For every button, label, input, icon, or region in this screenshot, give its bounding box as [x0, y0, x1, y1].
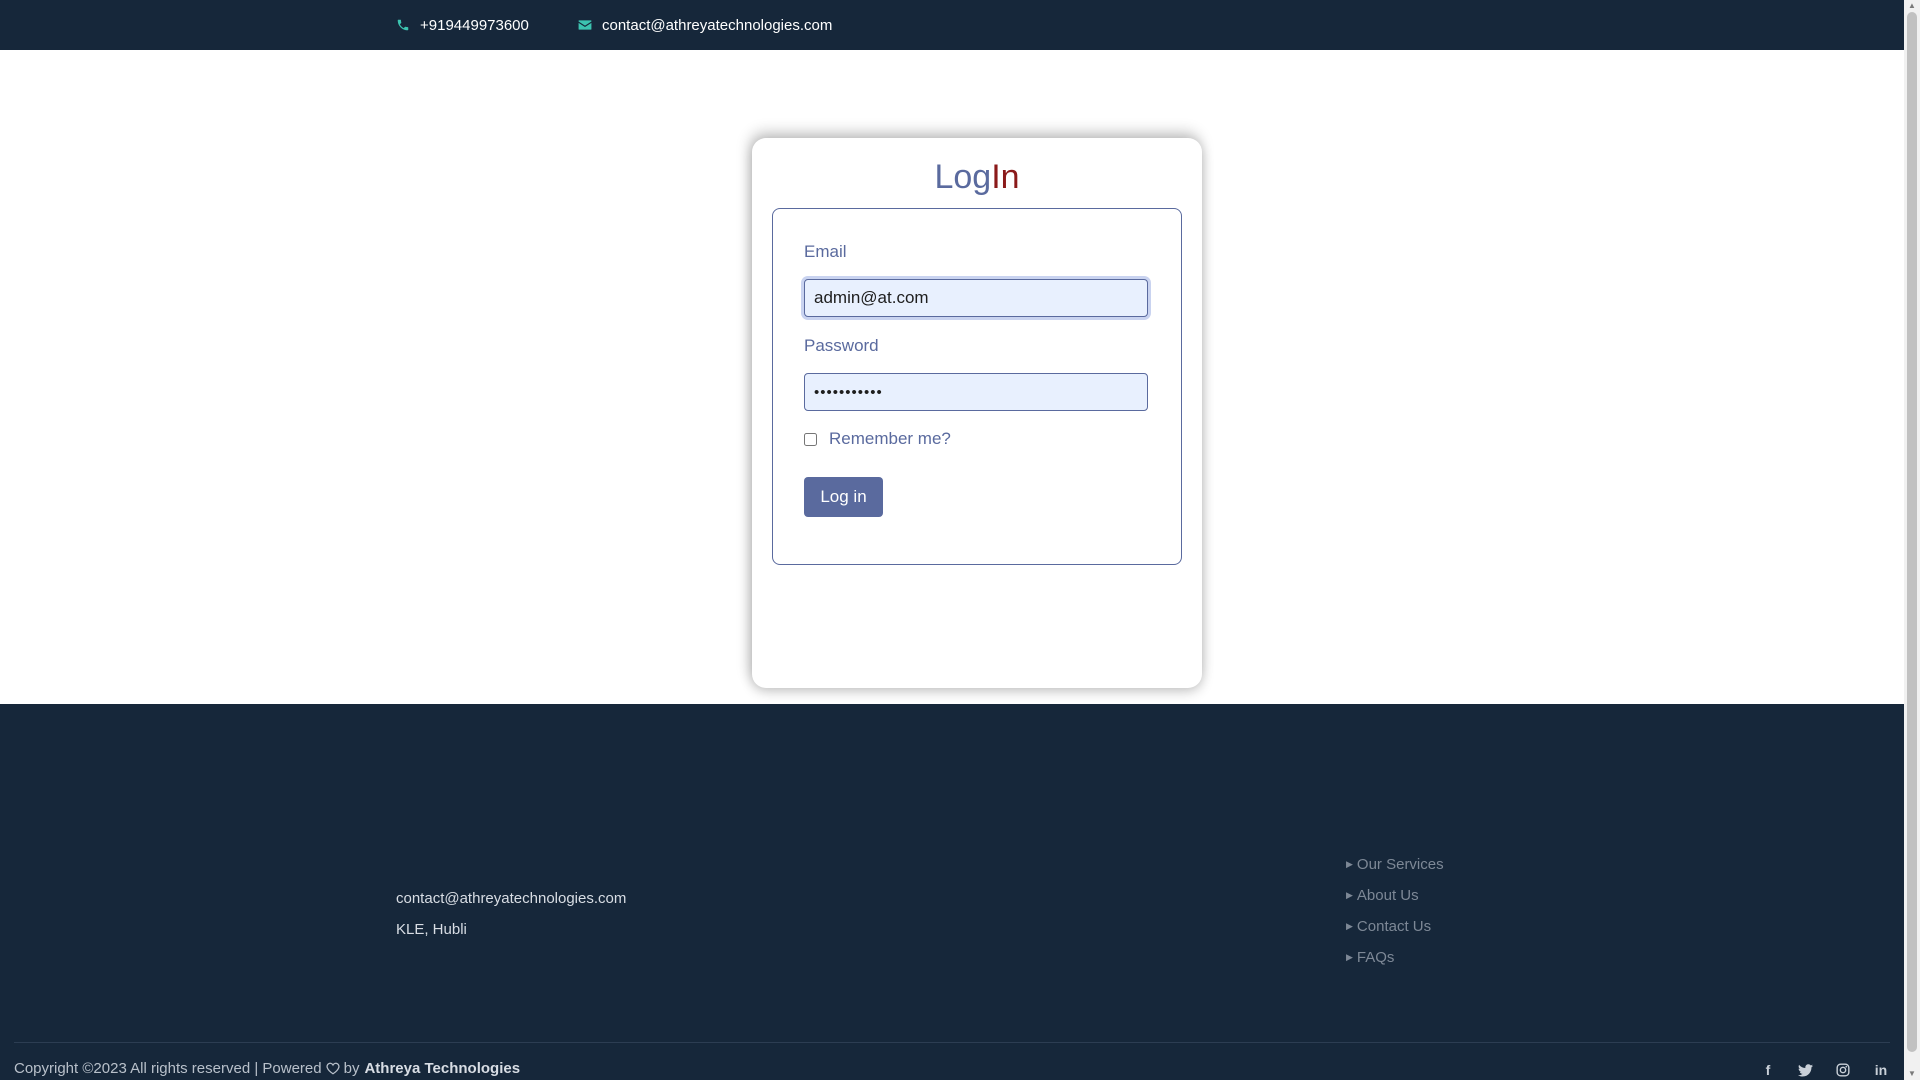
top-phone-text: +919449973600 — [420, 16, 529, 34]
login-title: LogIn — [752, 158, 1202, 197]
footer-link-our-services[interactable]: ▶ Our Services — [1346, 849, 1444, 880]
remember-me[interactable]: Remember me? — [804, 429, 951, 449]
caret-right-icon: ▶ — [1346, 952, 1353, 962]
facebook-icon[interactable]: f — [1758, 1060, 1778, 1080]
top-contact-bar: +919449973600 contact@athreyatechnologie… — [0, 0, 1904, 50]
phone-icon — [397, 19, 409, 31]
footer-divider — [14, 1042, 1890, 1043]
login-title-in: In — [991, 158, 1020, 196]
caret-right-icon: ▶ — [1346, 890, 1353, 900]
footer-link-label: Contact Us — [1356, 918, 1432, 935]
footer-link-label: About Us — [1356, 887, 1419, 904]
email-field[interactable] — [804, 279, 1148, 317]
twitter-icon[interactable] — [1795, 1060, 1815, 1080]
footer-link-faqs[interactable]: ▶ FAQs — [1346, 942, 1444, 973]
remember-me-label: Remember me? — [829, 429, 951, 448]
copyright: Copyright ©2023 All rights reserved | Po… — [14, 1060, 520, 1077]
email-label: Email — [804, 242, 847, 261]
copyright-by: by — [343, 1060, 360, 1077]
linkedin-icon[interactable]: in — [1871, 1060, 1891, 1080]
caret-right-icon: ▶ — [1346, 859, 1353, 869]
footer-location: KLE, Hubli — [396, 921, 467, 938]
heart-icon — [326, 1062, 340, 1075]
top-phone[interactable]: +919449973600 — [396, 0, 529, 50]
footer-links: ▶ Our Services ▶ About Us ▶ Contact Us ▶ FAQ… — [1346, 849, 1444, 973]
footer-link-label: FAQs — [1356, 949, 1395, 966]
scroll-down-icon[interactable]: ▼ — [1904, 1068, 1920, 1080]
footer-contact-email[interactable]: contact@athreyatechnologies.com — [396, 890, 626, 907]
login-card: LogIn Email Password Remember me? Log in — [752, 138, 1202, 688]
caret-right-icon: ▶ — [1346, 921, 1353, 931]
scrollbar-thumb[interactable] — [1907, 12, 1917, 1052]
scroll-up-icon[interactable]: ▲ — [1904, 0, 1920, 12]
copyright-text: Copyright ©2023 All rights reserved | Po… — [14, 1060, 322, 1077]
top-email-text: contact@athreyatechnologies.com — [602, 16, 833, 34]
login-title-log: Log — [934, 158, 992, 196]
instagram-icon[interactable] — [1833, 1060, 1853, 1080]
copyright-brand-link[interactable]: Athreya Technologies — [364, 1060, 520, 1077]
top-email[interactable]: contact@athreyatechnologies.com — [578, 0, 832, 50]
footer-link-about-us[interactable]: ▶ About Us — [1346, 880, 1444, 911]
remember-me-checkbox[interactable] — [804, 432, 817, 446]
login-button[interactable]: Log in — [804, 477, 883, 517]
password-field[interactable] — [804, 373, 1148, 411]
scrollbar[interactable]: ▲ ▼ — [1904, 0, 1920, 1080]
password-label: Password — [804, 336, 879, 355]
login-form: Email Password Remember me? Log in — [772, 208, 1182, 565]
envelope-icon — [578, 20, 592, 30]
footer-link-label: Our Services — [1356, 856, 1444, 873]
footer-link-contact-us[interactable]: ▶ Contact Us — [1346, 911, 1444, 942]
footer: contact@athreyatechnologies.com KLE, Hub… — [0, 704, 1904, 1080]
